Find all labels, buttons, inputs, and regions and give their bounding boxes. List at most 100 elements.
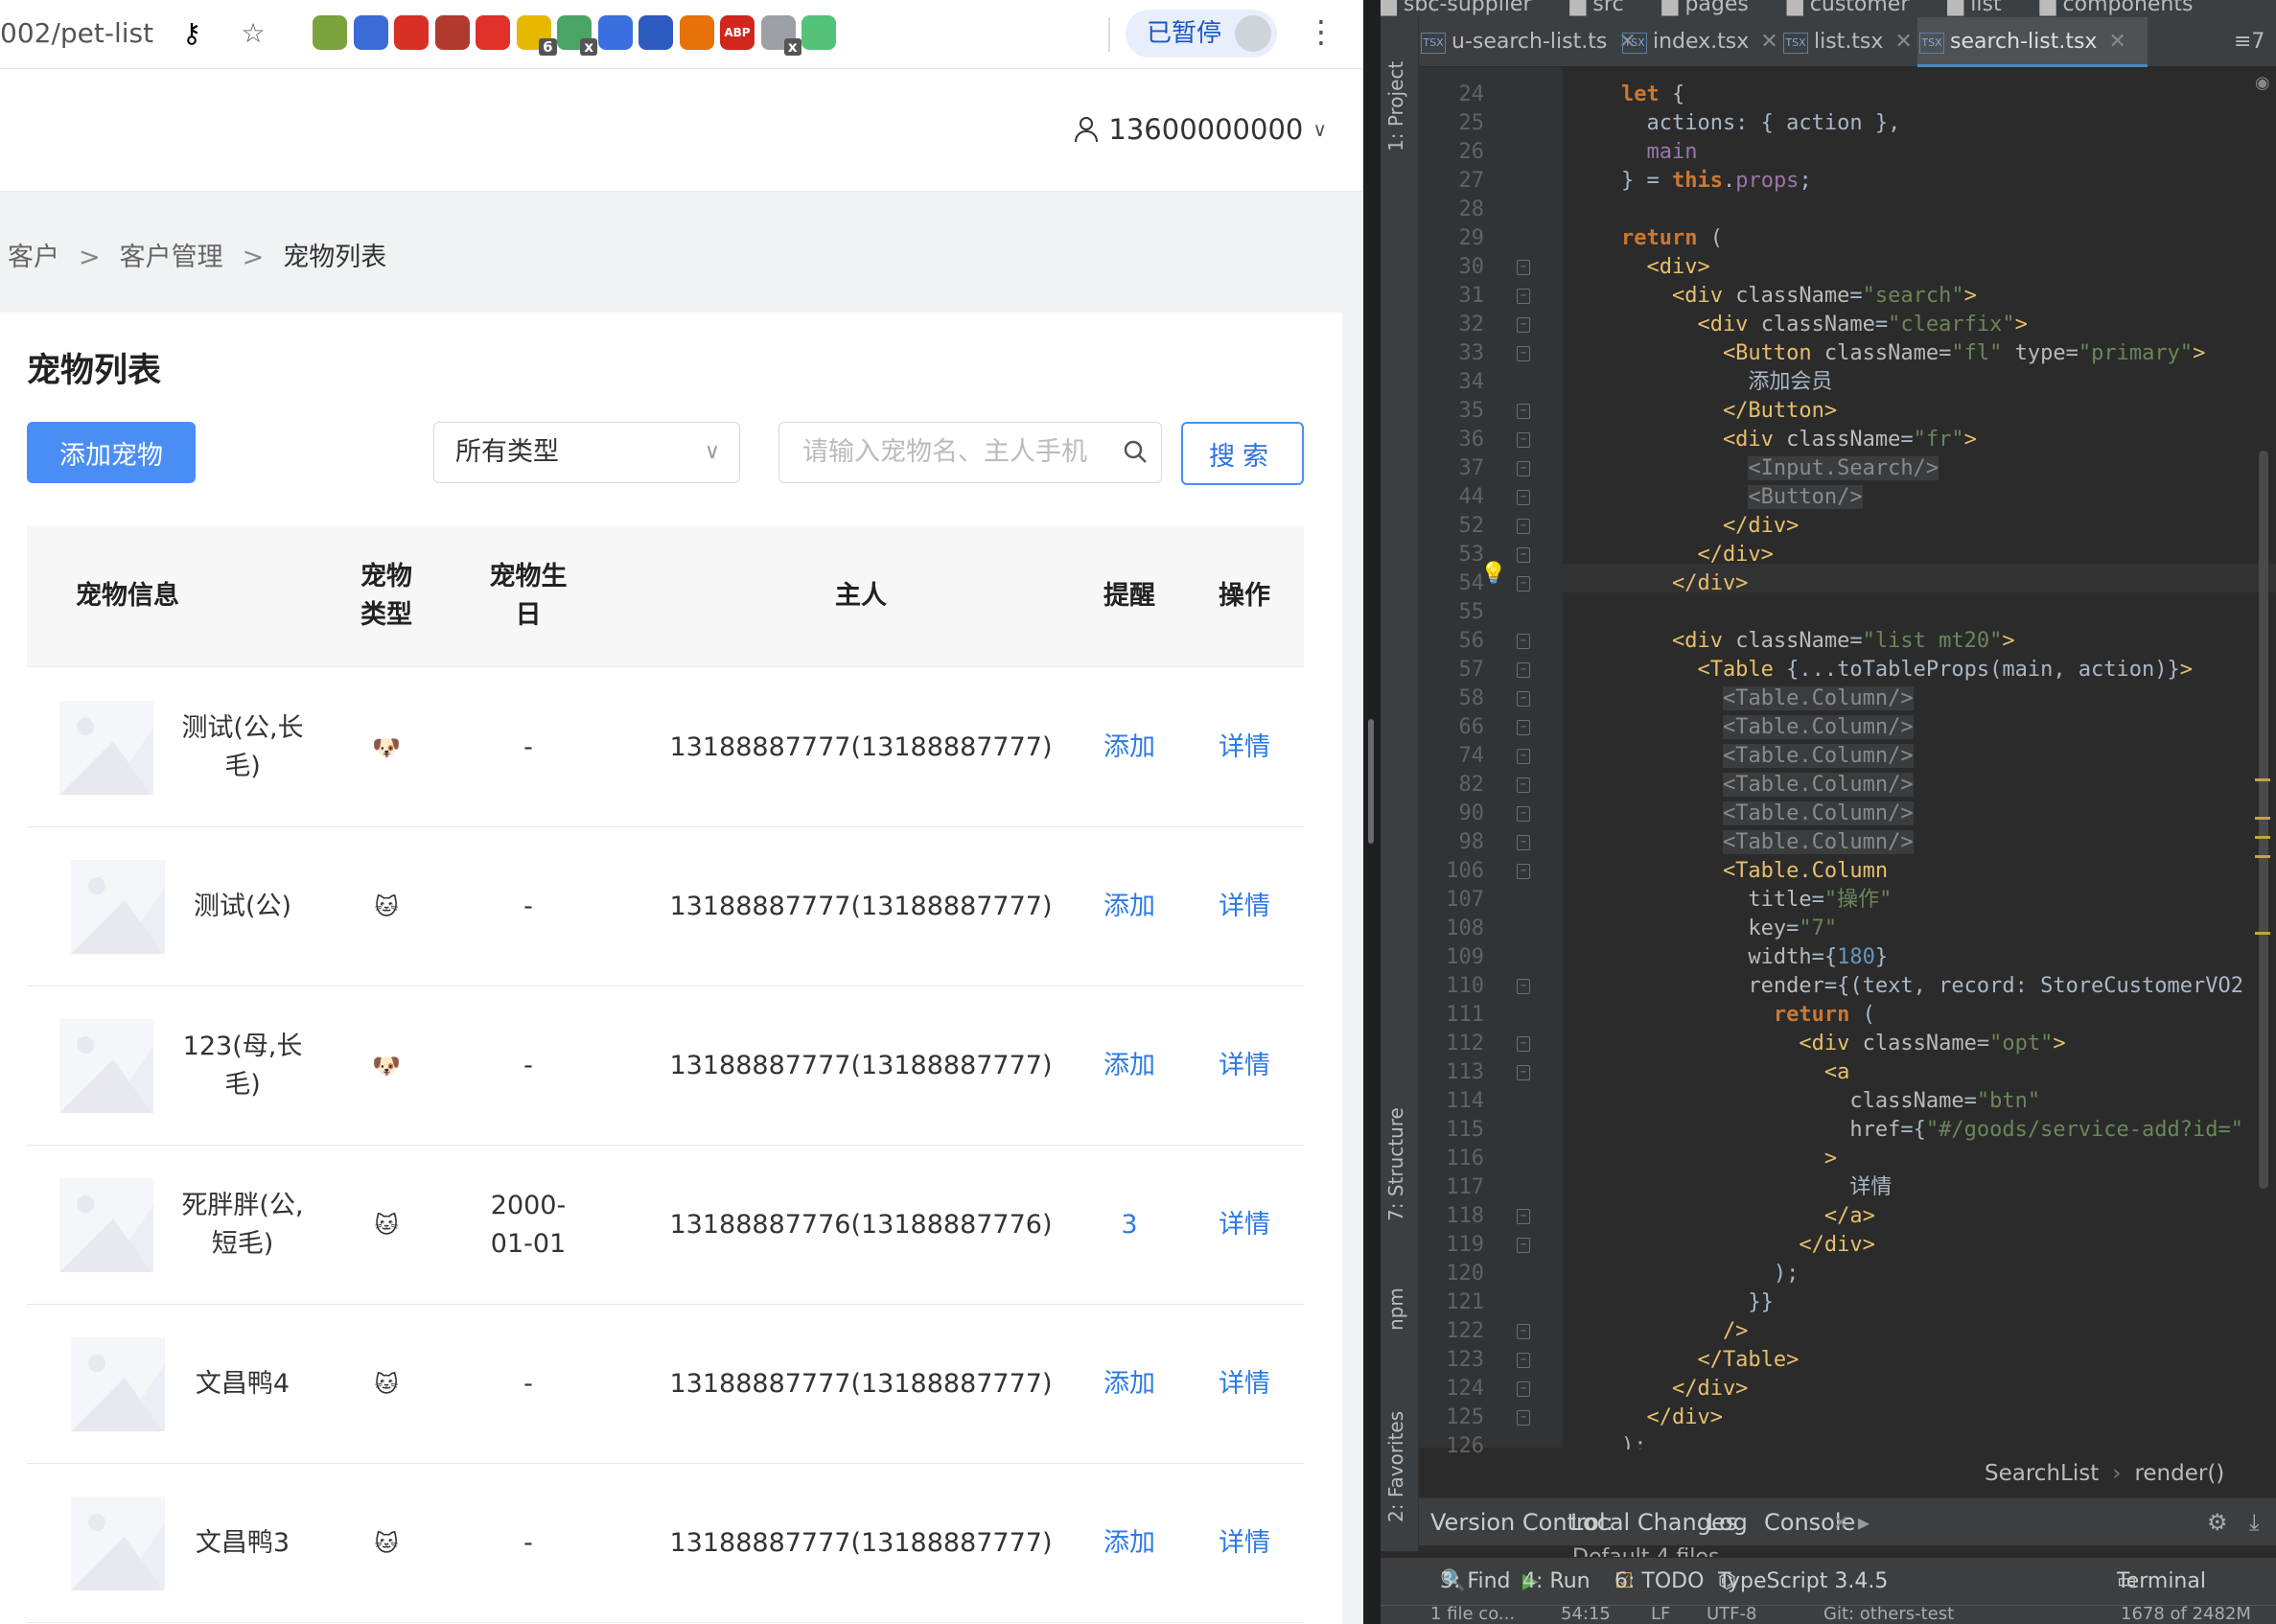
fold-marker-icon[interactable]: −: [1517, 346, 1530, 361]
fold-marker-icon[interactable]: −: [1517, 1410, 1530, 1426]
detail-link[interactable]: 详情: [1206, 1146, 1283, 1305]
status-line-ending[interactable]: LF: [1651, 1606, 1670, 1624]
ext-5-icon[interactable]: [476, 15, 510, 50]
crumb-method[interactable]: render(): [2134, 1461, 2224, 1486]
fold-marker-icon[interactable]: −: [1517, 777, 1530, 793]
fold-marker-icon[interactable]: −: [1517, 260, 1530, 275]
tool-structure-tab[interactable]: 7: Structure: [1384, 1107, 1407, 1221]
status-memory[interactable]: 1678 of 2482M: [2121, 1606, 2251, 1624]
tool-project-tab[interactable]: 1: Project: [1384, 61, 1407, 151]
editor-tab[interactable]: TSX u-search-list.ts ✕: [1419, 17, 1637, 67]
fold-marker-icon[interactable]: −: [1517, 835, 1530, 850]
remind-link[interactable]: 添加: [1091, 1305, 1168, 1464]
ext-12-icon[interactable]: x: [760, 15, 801, 56]
ext-11-icon[interactable]: ABP: [720, 15, 755, 50]
remind-link[interactable]: 添加: [1091, 827, 1168, 986]
fold-marker-icon[interactable]: −: [1517, 1065, 1530, 1080]
status-git-branch[interactable]: Git: others-test: [1823, 1606, 1954, 1624]
close-icon[interactable]: ✕: [1894, 30, 1912, 54]
profile-paused-button[interactable]: 已暂停: [1126, 10, 1277, 58]
fold-marker-icon[interactable]: −: [1517, 864, 1530, 879]
editor-scrollbar[interactable]: [2259, 451, 2268, 1189]
fold-marker-icon[interactable]: −: [1517, 1381, 1530, 1397]
tool-favorites-tab[interactable]: 2: Favorites: [1384, 1411, 1407, 1522]
status-encoding[interactable]: UTF-8: [1707, 1606, 1756, 1624]
chevron-right-icon[interactable]: ▸: [1858, 1498, 1870, 1546]
fold-marker-icon[interactable]: −: [1517, 1209, 1530, 1224]
path-segment[interactable]: ▇ customer: [1787, 0, 1910, 16]
fold-marker-icon[interactable]: −: [1517, 289, 1530, 304]
tool-npm-tab[interactable]: npm: [1384, 1288, 1407, 1331]
breadcrumb-item-customer[interactable]: 客户: [8, 243, 59, 272]
lightbulb-icon[interactable]: 💡: [1480, 562, 1506, 586]
divider-grip[interactable]: [1368, 719, 1374, 844]
star-icon[interactable]: ☆: [234, 13, 272, 52]
detail-link[interactable]: 详情: [1206, 1464, 1283, 1623]
ext-4-icon[interactable]: [434, 15, 470, 50]
breadcrumb-item-customer-management[interactable]: 客户管理: [120, 243, 223, 272]
fold-marker-icon[interactable]: −: [1517, 691, 1530, 707]
remind-link[interactable]: 添加: [1091, 1464, 1168, 1623]
eye-icon[interactable]: ◉: [2255, 73, 2270, 93]
remind-link[interactable]: 添加: [1091, 668, 1168, 827]
fold-marker-icon[interactable]: −: [1517, 317, 1530, 333]
ext-1-icon[interactable]: [313, 15, 347, 50]
fold-marker-icon[interactable]: −: [1517, 806, 1530, 822]
path-segment[interactable]: ▇ components: [2040, 0, 2194, 16]
fold-marker-icon[interactable]: −: [1517, 749, 1530, 764]
close-icon[interactable]: ✕: [1760, 30, 1777, 54]
editor-tab[interactable]: TSX index.tsx ✕: [1620, 17, 1779, 67]
fold-marker-icon[interactable]: −: [1517, 1353, 1530, 1368]
path-segment[interactable]: ▇ src: [1570, 0, 1624, 16]
fold-marker-icon[interactable]: −: [1517, 662, 1530, 678]
editor-tab[interactable]: TSX list.tsx ✕: [1781, 17, 1916, 67]
tab-log[interactable]: Log: [1707, 1498, 1748, 1546]
search-icon[interactable]: [1123, 423, 1148, 482]
search-button[interactable]: 搜索: [1181, 422, 1304, 485]
ext-6-icon[interactable]: 6: [516, 15, 557, 56]
detail-link[interactable]: 详情: [1206, 827, 1283, 986]
fold-marker-icon[interactable]: −: [1517, 1036, 1530, 1052]
fold-marker-icon[interactable]: −: [1517, 432, 1530, 448]
fold-marker-icon[interactable]: −: [1517, 1238, 1530, 1253]
path-segment[interactable]: ▇ list: [1947, 0, 2001, 16]
ext-3-icon[interactable]: [394, 15, 429, 50]
fold-marker-icon[interactable]: −: [1517, 519, 1530, 534]
remind-link[interactable]: 添加: [1091, 986, 1168, 1146]
user-menu[interactable]: 13600000000 ∨: [1074, 113, 1327, 146]
pet-type-select[interactable]: 所有类型 ∨: [433, 422, 740, 483]
status-commit[interactable]: 1 file co...: [1430, 1606, 1515, 1624]
detail-link[interactable]: 详情: [1206, 986, 1283, 1146]
more-menu-icon[interactable]: ⋮: [1306, 13, 1336, 50]
ext-7-icon[interactable]: x: [557, 15, 597, 56]
fold-marker-icon[interactable]: −: [1517, 404, 1530, 419]
path-segment[interactable]: ▇ sbc-supplier: [1381, 0, 1532, 16]
fold-marker-icon[interactable]: −: [1517, 490, 1530, 505]
add-pet-button[interactable]: 添加宠物: [27, 422, 196, 483]
fold-marker-icon[interactable]: −: [1517, 634, 1530, 649]
address-bar[interactable]: 002/pet-list: [0, 17, 153, 49]
path-segment[interactable]: ▇ pages: [1662, 0, 1749, 16]
fold-marker-icon[interactable]: −: [1517, 547, 1530, 563]
close-icon[interactable]: ✕: [1833, 1498, 1849, 1546]
ext-9-icon[interactable]: [639, 15, 673, 50]
ext-2-icon[interactable]: [353, 15, 388, 50]
ext-8-icon[interactable]: [597, 15, 633, 50]
crumb-class[interactable]: SearchList: [1985, 1461, 2099, 1486]
editor-tab[interactable]: TSX search-list.tsx ✕: [1917, 17, 2148, 67]
search-input[interactable]: 请输入宠物名、主人手机: [778, 422, 1162, 483]
ext-10-icon[interactable]: [679, 15, 714, 50]
fold-marker-icon[interactable]: −: [1517, 979, 1530, 994]
close-icon[interactable]: ✕: [2108, 30, 2125, 54]
download-icon[interactable]: ⤓: [2249, 1498, 2260, 1546]
gear-icon[interactable]: ⚙: [2207, 1498, 2228, 1546]
fold-marker-icon[interactable]: −: [1517, 1324, 1530, 1339]
fold-marker-icon[interactable]: −: [1517, 461, 1530, 476]
status-cursor[interactable]: 54:15: [1561, 1606, 1611, 1624]
key-icon[interactable]: ⚷: [173, 13, 211, 52]
tab-overflow[interactable]: ≡7: [2234, 17, 2264, 67]
detail-link[interactable]: 详情: [1206, 668, 1283, 827]
fold-marker-icon[interactable]: −: [1517, 720, 1530, 735]
remind-link[interactable]: 3: [1091, 1146, 1168, 1305]
detail-link[interactable]: 详情: [1206, 1305, 1283, 1464]
